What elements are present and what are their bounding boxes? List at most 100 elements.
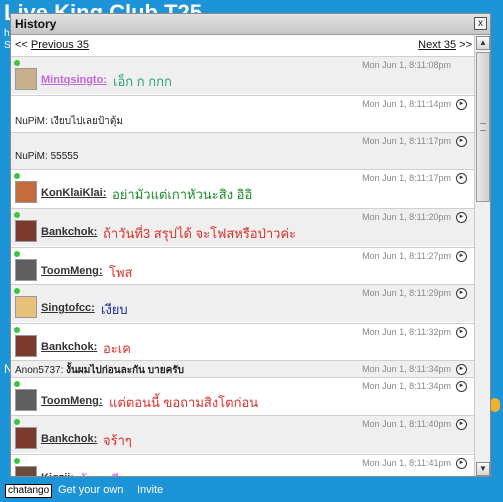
message-options-icon[interactable]: ► [456, 136, 467, 147]
message-options-icon[interactable]: ► [456, 212, 467, 223]
plain-message: Anon5737: งั้นผมไปก่อนละกัน บายครับ [15, 363, 184, 378]
message-text: จร้าๆ [103, 433, 132, 448]
message-timestamp: Mon Jun 1, 8:11:14pm [362, 99, 451, 109]
avatar[interactable] [15, 389, 37, 411]
avatar[interactable] [15, 259, 37, 281]
message-text: ว้ายหนี ๆ ๆ ๆ [80, 469, 151, 476]
message-author: Anon5737: [15, 365, 64, 376]
message-options-icon[interactable]: ► [456, 364, 467, 375]
message-text: งั้นผมไปก่อนละกัน บายครับ [66, 365, 185, 376]
message-row: Mon Jun 1, 8:11:34pm ► ToomMeng: แต่ตอนนี้ … [11, 377, 476, 415]
message-options-icon[interactable]: ► [456, 327, 467, 338]
chatango-logo[interactable]: chatango [5, 484, 53, 498]
message-options-icon[interactable]: ► [456, 99, 467, 110]
message-timestamp: Mon Jun 1, 8:11:29pm [362, 288, 451, 298]
message-author[interactable]: Bankchok: [41, 341, 97, 353]
plain-message: NuPiM: เงียบไปเลยป้าตุ้ม [15, 114, 123, 129]
message-author: NuPiM: [15, 116, 48, 127]
message-author[interactable]: Kigzii: [41, 472, 74, 476]
message-timestamp: Mon Jun 1, 8:11:41pm [362, 458, 451, 468]
message-row: Mon Jun 1, 8:11:20pm ► Bankchok: ถ้าวันที่3… [11, 208, 476, 246]
close-icon[interactable]: x [474, 17, 487, 30]
message-text: อย่ามัวแต่เกาหัวนะสิง อิอิ [112, 187, 253, 202]
avatar[interactable] [15, 220, 37, 242]
message-text: ถ้าวันที่3 สรุปได้ จะโฟสหรือป่าวค่ะ [103, 226, 297, 241]
history-titlebar: History x [11, 14, 490, 35]
message-timestamp: Mon Jun 1, 8:11:34pm [362, 364, 451, 374]
online-status-icon [14, 173, 20, 179]
avatar[interactable] [15, 296, 37, 318]
plain-message: NuPiM: 55555 [15, 151, 78, 162]
message-row: Mon Jun 1, 8:11:29pm ► Singtofcc: เงียบ [11, 284, 476, 322]
message-timestamp: Mon Jun 1, 8:11:34pm [362, 381, 451, 391]
scroll-up-icon[interactable]: ▲ [476, 36, 490, 50]
message-timestamp: Mon Jun 1, 8:11:27pm [362, 251, 451, 261]
background-decoration [490, 398, 500, 412]
invite-link[interactable]: Invite [137, 484, 163, 496]
message-row: Mon Jun 1, 8:11:08pm Mintqsingto: เอ็ก ก ก… [11, 56, 476, 94]
message-text: แต่ตอนนี้ ขอถามสิงโตก่อน [109, 395, 259, 410]
avatar[interactable] [15, 68, 37, 90]
avatar[interactable] [15, 181, 37, 203]
message-list: Mon Jun 1, 8:11:08pm Mintqsingto: เอ็ก ก ก… [11, 55, 476, 476]
scrollbar-thumb[interactable] [476, 52, 490, 202]
online-status-icon [14, 419, 20, 425]
message-author[interactable]: KonKlaiKlai: [41, 187, 106, 199]
previous-page[interactable]: << Previous 35 [15, 39, 89, 51]
message-row: Mon Jun 1, 8:11:27pm ► ToomMeng: โพส [11, 247, 476, 284]
message-timestamp: Mon Jun 1, 8:11:32pm [362, 327, 451, 337]
message-options-icon[interactable]: ► [456, 288, 467, 299]
message-timestamp: Mon Jun 1, 8:11:17pm [362, 173, 451, 183]
message-options-icon[interactable]: ► [456, 173, 467, 184]
message-timestamp: Mon Jun 1, 8:11:08pm [362, 60, 451, 70]
history-scrollbar[interactable]: ▲ ▼ [474, 35, 490, 476]
message-row: Mon Jun 1, 8:11:14pm ► NuPiM: เงียบไปเลยป้… [11, 95, 476, 132]
message-text: เงียบไปเลยป้าตุ้ม [50, 116, 123, 127]
message-row: Mon Jun 1, 8:11:40pm ► Bankchok: จร้าๆ [11, 415, 476, 453]
message-row: Mon Jun 1, 8:11:17pm ► NuPiM: 55555 [11, 132, 476, 169]
online-status-icon [14, 327, 20, 333]
scroll-down-icon[interactable]: ▼ [476, 462, 490, 476]
next-link[interactable]: Next 35 [418, 39, 456, 51]
history-pagination: << Previous 35 Next 35 >> [11, 35, 476, 55]
background-side-a: h [4, 28, 10, 39]
message-author[interactable]: Mintqsingto: [41, 74, 107, 86]
avatar[interactable] [15, 427, 37, 449]
online-status-icon [14, 251, 20, 257]
online-status-icon [14, 381, 20, 387]
online-status-icon [14, 212, 20, 218]
online-status-icon [14, 458, 20, 464]
message-timestamp: Mon Jun 1, 8:11:40pm [362, 419, 451, 429]
message-options-icon[interactable]: ► [456, 251, 467, 262]
message-timestamp: Mon Jun 1, 8:11:17pm [362, 136, 451, 146]
message-author[interactable]: Bankchok: [41, 433, 97, 445]
message-author[interactable]: ToomMeng: [41, 265, 103, 277]
message-text: 55555 [50, 151, 79, 162]
history-title: History [15, 17, 57, 31]
message-options-icon[interactable]: ► [456, 381, 467, 392]
next-suffix: >> [459, 39, 472, 51]
message-author: NuPiM: [15, 151, 48, 162]
message-author[interactable]: Bankchok: [41, 226, 97, 238]
footer: chatango Get your own Invite [0, 478, 503, 502]
message-row: Mon Jun 1, 8:11:34pm ► Anon5737: งั้นผมไปก… [11, 360, 476, 377]
previous-link[interactable]: Previous 35 [31, 39, 89, 51]
next-page[interactable]: Next 35 >> [418, 39, 472, 51]
message-author[interactable]: ToomMeng: [41, 395, 103, 407]
avatar[interactable] [15, 466, 37, 476]
message-text: เอ็ก ก กกก [113, 74, 172, 89]
message-row: Mon Jun 1, 8:11:17pm ► KonKlaiKlai: อย่ามัว… [11, 169, 476, 207]
message-row: Mon Jun 1, 8:11:41pm ► Kigzii: ว้ายหนี ๆ ๆ … [11, 454, 476, 476]
message-text: เงียบ [101, 302, 128, 317]
online-status-icon [14, 288, 20, 294]
grip-icon [480, 123, 486, 131]
online-status-icon [14, 60, 20, 66]
message-text: โพส [109, 265, 133, 280]
message-author[interactable]: Singtofcc: [41, 302, 95, 314]
message-options-icon[interactable]: ► [456, 458, 467, 469]
previous-prefix: << [15, 39, 28, 51]
get-your-own-link[interactable]: Get your own [58, 484, 123, 496]
avatar[interactable] [15, 335, 37, 357]
message-row: Mon Jun 1, 8:11:32pm ► Bankchok: อะเค [11, 323, 476, 360]
message-options-icon[interactable]: ► [456, 419, 467, 430]
